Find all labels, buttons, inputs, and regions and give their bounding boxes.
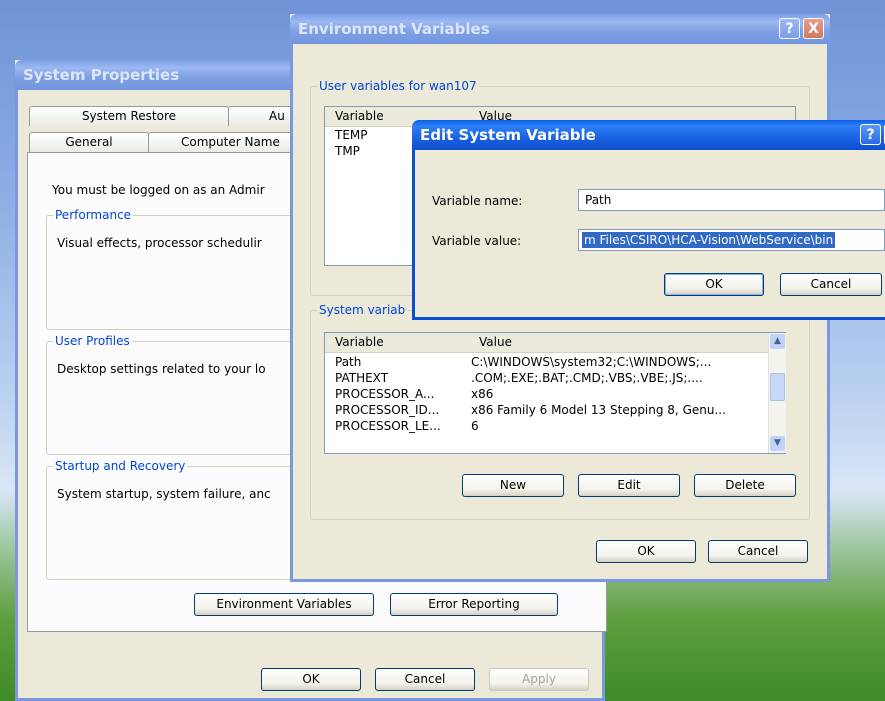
- user-profiles-label: User Profiles: [53, 334, 132, 348]
- variable-name-label: Variable name:: [432, 194, 523, 208]
- variable-name-field[interactable]: Path: [578, 189, 885, 211]
- edit-ok-button[interactable]: OK: [664, 273, 764, 296]
- scroll-up-arrow-icon[interactable]: ▲: [770, 334, 785, 349]
- admin-note: You must be logged on as an Admir: [52, 183, 265, 197]
- variable-value-field[interactable]: m Files\CSIRO\HCA-Vision\WebService\bin: [578, 229, 885, 251]
- env-cancel-button[interactable]: Cancel: [708, 540, 808, 563]
- startup-label: Startup and Recovery: [53, 459, 188, 473]
- system-cancel-button[interactable]: Cancel: [375, 668, 475, 691]
- environment-variables-title: Environment Variables: [298, 20, 490, 38]
- table-row[interactable]: PATHEXT .COM;.EXE;.BAT;.CMD;.VBS;.VBE;.JS…: [325, 371, 785, 385]
- help-icon[interactable]: ?: [779, 18, 800, 39]
- edit-system-variable-title: Edit System Variable: [420, 126, 596, 144]
- table-row[interactable]: PROCESSOR_A... x86: [325, 387, 785, 401]
- environment-variables-button[interactable]: Environment Variables: [194, 593, 374, 616]
- system-properties-title: System Properties: [23, 66, 180, 84]
- table-row[interactable]: Path C:\WINDOWS\system32;C:\WINDOWS;...: [325, 355, 785, 369]
- system-variables-header: Variable Value: [325, 333, 785, 353]
- user-profiles-text: Desktop settings related to your lo: [57, 362, 266, 376]
- user-variables-label: User variables for wan107: [317, 79, 479, 93]
- variable-value-label: Variable value:: [432, 234, 522, 248]
- new-button[interactable]: New: [462, 474, 564, 497]
- tab-system-restore[interactable]: System Restore: [29, 106, 229, 126]
- close-icon[interactable]: X: [803, 18, 824, 39]
- error-reporting-button[interactable]: Error Reporting: [390, 593, 558, 616]
- scroll-thumb[interactable]: [770, 373, 785, 401]
- environment-variables-titlebar[interactable]: Environment Variables ? X: [290, 14, 830, 44]
- tab-general[interactable]: General: [29, 132, 149, 152]
- performance-text: Visual effects, processor schedulir: [57, 236, 262, 250]
- system-apply-button[interactable]: Apply: [489, 668, 589, 691]
- column-variable[interactable]: Variable: [335, 335, 384, 349]
- edit-system-variable-titlebar[interactable]: Edit System Variable ? X: [412, 120, 885, 150]
- column-variable[interactable]: Variable: [335, 109, 384, 123]
- startup-text: System startup, system failure, anc: [57, 487, 271, 501]
- edit-button[interactable]: Edit: [578, 474, 680, 497]
- column-value[interactable]: Value: [479, 335, 512, 349]
- system-variables-scrollbar[interactable]: ▲ ▼: [768, 333, 786, 453]
- edit-cancel-button[interactable]: Cancel: [780, 273, 882, 296]
- help-icon[interactable]: ?: [860, 124, 881, 145]
- variable-value-selection: m Files\CSIRO\HCA-Vision\WebService\bin: [582, 232, 836, 248]
- system-ok-button[interactable]: OK: [261, 668, 361, 691]
- system-variables-label: System variab: [317, 303, 408, 317]
- system-variables-list[interactable]: Variable Value Path C:\WINDOWS\system32;C…: [324, 332, 786, 454]
- table-row[interactable]: PROCESSOR_LE... 6: [325, 419, 785, 433]
- performance-label: Performance: [53, 208, 134, 222]
- edit-system-variable-window: Edit System Variable ? X Variable name: …: [412, 120, 885, 320]
- env-ok-button[interactable]: OK: [596, 540, 696, 563]
- delete-button[interactable]: Delete: [694, 474, 796, 497]
- tab-computer-name[interactable]: Computer Name: [148, 132, 308, 152]
- table-row[interactable]: PROCESSOR_ID... x86 Family 6 Model 13 Ste…: [325, 403, 785, 417]
- scroll-down-arrow-icon[interactable]: ▼: [770, 436, 785, 451]
